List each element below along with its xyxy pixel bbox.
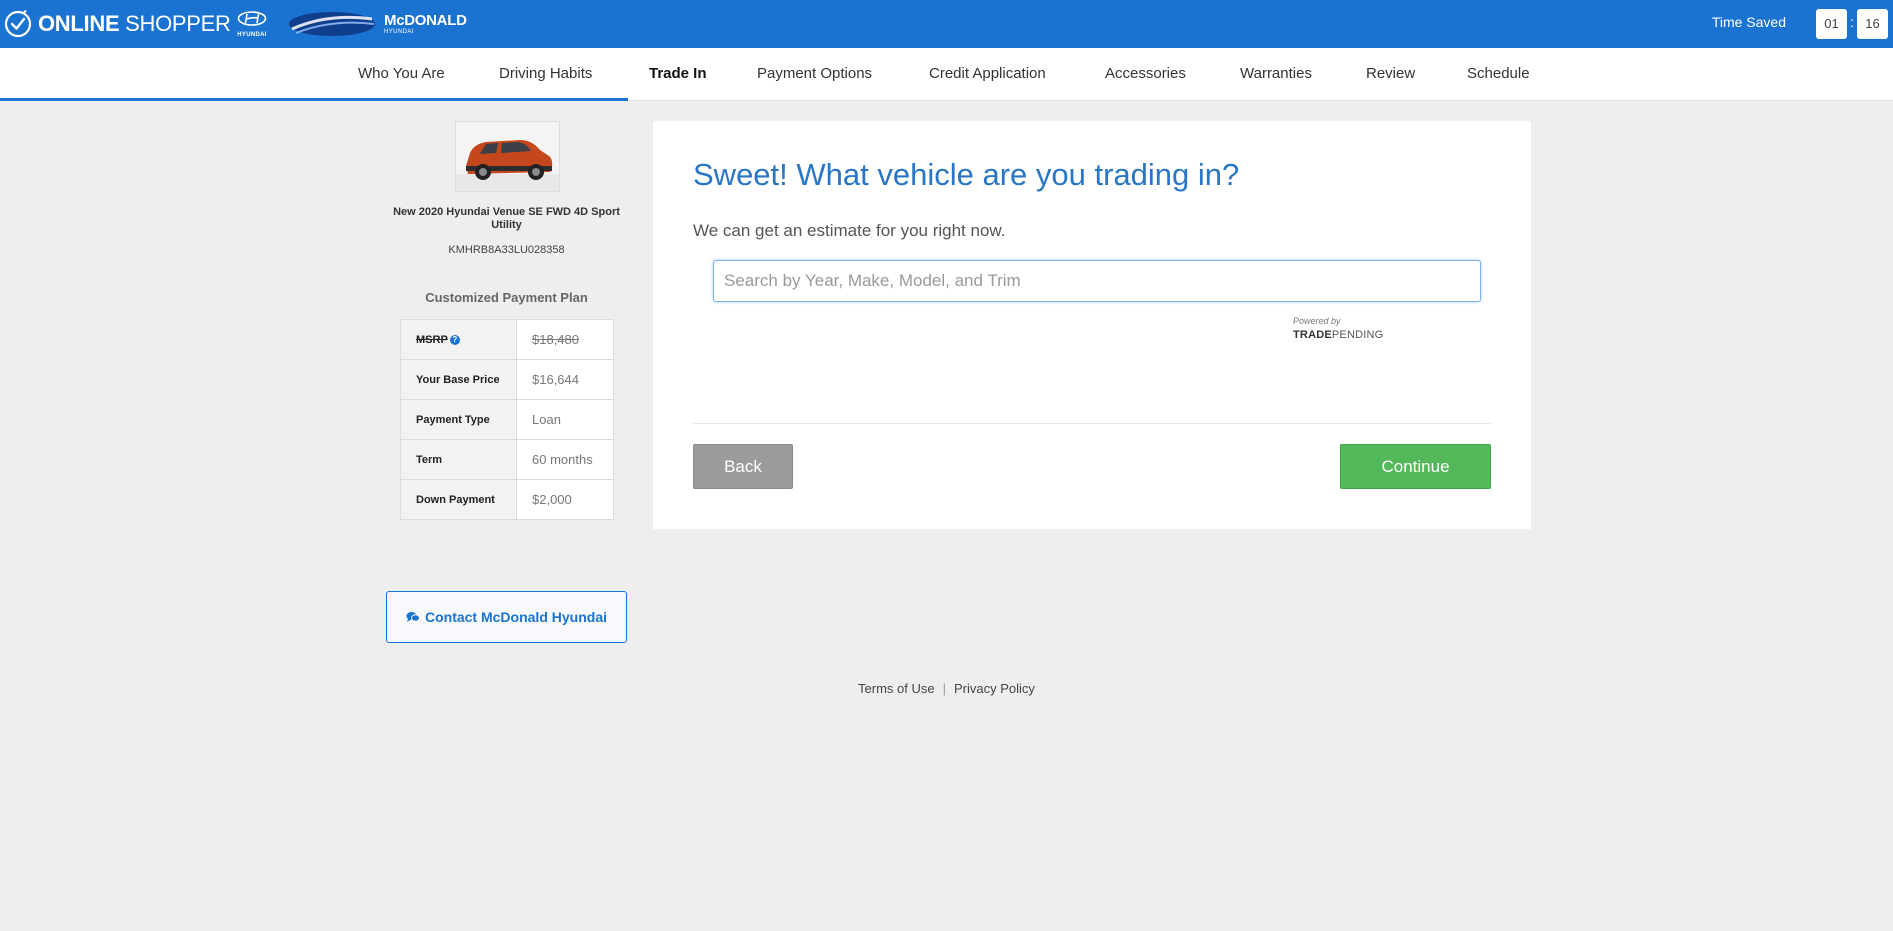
suv-image-icon [456,122,559,191]
time-saved-minutes: 01 [1816,9,1847,39]
msrp-label-text: MSRP [416,333,448,346]
vehicle-search-input[interactable] [713,260,1481,302]
dealer-swoosh-icon [289,12,375,36]
tradepending-logo: TRADEPENDING [1293,329,1384,341]
msrp-label: MSRP? [400,319,517,360]
contact-dealer-button[interactable]: Contact McDonald Hyundai [386,591,627,643]
base-price-label: Your Base Price [400,359,517,400]
table-row: Payment Type Loan [400,399,614,440]
nav-accessories[interactable]: Accessories [1105,65,1186,82]
payment-plan-table: MSRP? $18,480 Your Base Price $16,644 Pa… [400,319,614,520]
nav-who-you-are[interactable]: Who You Are [358,65,445,82]
time-separator: : [1850,14,1854,30]
step-progress-bar [0,98,628,101]
clock-check-icon [4,10,32,38]
page-subtitle: We can get an estimate for you right now… [693,221,1006,240]
nav-trade-in[interactable]: Trade In [649,65,707,82]
powered-by-label: Powered by [1293,316,1341,326]
tradepending-badge: Powered by TRADEPENDING [1293,317,1383,341]
hyundai-wordmark: HYUNDAI [237,32,267,38]
dealer-logo[interactable]: McDONALD HYUNDAI [288,11,467,37]
table-row: Your Base Price $16,644 [400,359,614,400]
vehicle-vin: KMHRB8A33LU028358 [448,244,565,256]
nav-credit-application[interactable]: Credit Application [929,65,1046,82]
help-icon[interactable]: ? [449,334,460,345]
chat-bubbles-icon [406,612,420,622]
hyundai-logo: HYUNDAI [234,11,270,38]
msrp-value-text: $18,480 [532,332,579,347]
time-saved-seconds: 16 [1857,9,1888,39]
contact-button-label: Contact McDonald Hyundai [424,609,607,625]
footer: Terms of Use | Privacy Policy [0,681,1893,696]
dealer-name: McDONALD [384,12,467,29]
time-saved-label: Time Saved [1711,14,1786,30]
page-title: Sweet! What vehicle are you trading in? [693,157,1240,192]
brand-name: ONLINE SHOPPER [38,11,231,36]
down-payment-value: $2,000 [516,479,614,520]
term-label: Term [400,439,517,480]
nav-driving-habits[interactable]: Driving Habits [499,65,592,82]
nav-schedule[interactable]: Schedule [1467,65,1530,82]
divider [693,423,1491,424]
payment-plan-title: Customized Payment Plan [425,290,588,305]
down-payment-label: Down Payment [400,479,517,520]
online-shopper-logo[interactable]: ONLINE SHOPPER [4,10,231,38]
vehicle-title: New 2020 Hyundai Venue SE FWD 4D Sport U… [393,206,620,231]
continue-button[interactable]: Continue [1340,444,1491,489]
payment-type-label: Payment Type [400,399,517,440]
table-row: Term 60 months [400,439,614,480]
top-bar: ONLINE SHOPPER HYUNDAI McDONALD HYUNDAI … [0,0,1893,48]
payment-type-value: Loan [516,399,614,440]
table-row: MSRP? $18,480 [400,319,614,360]
trade-in-card: Sweet! What vehicle are you trading in? … [653,121,1531,529]
nav-warranties[interactable]: Warranties [1240,65,1312,82]
terms-of-use-link[interactable]: Terms of Use [858,681,935,696]
back-button[interactable]: Back [693,444,793,489]
table-row: Down Payment $2,000 [400,479,614,520]
dealer-subtitle: HYUNDAI [384,29,414,35]
term-value: 60 months [516,439,614,480]
footer-separator: | [942,681,947,696]
privacy-policy-link[interactable]: Privacy Policy [954,681,1035,696]
nav-review[interactable]: Review [1366,65,1415,82]
nav-payment-options[interactable]: Payment Options [757,65,872,82]
base-price-value: $16,644 [516,359,614,400]
step-navigation: Who You Are Driving Habits Trade In Paym… [0,48,1893,101]
msrp-value: $18,480 [516,319,614,360]
vehicle-photo [455,121,560,192]
hyundai-emblem-icon [237,11,267,26]
